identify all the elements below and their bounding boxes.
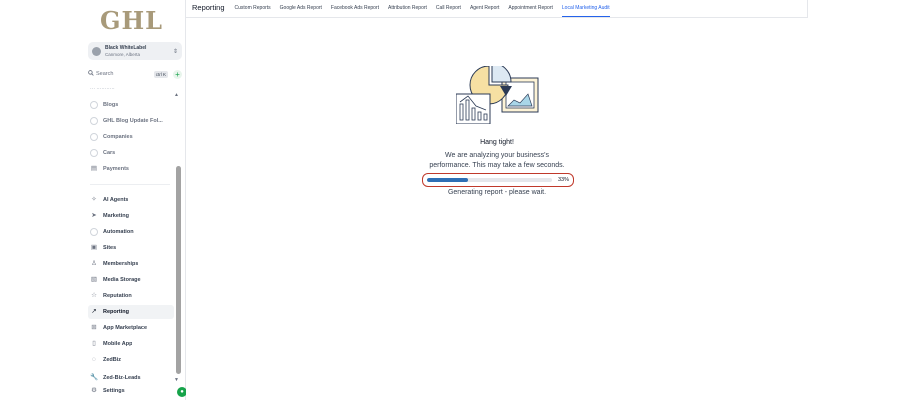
sidebar-item-label: Zed-Biz-Leads: [103, 375, 141, 381]
sidebar-item-label: Cars: [103, 150, 116, 156]
progress-track: [427, 178, 552, 182]
search-label: Search: [96, 71, 114, 77]
wrench-icon: 🔧: [90, 374, 99, 381]
dot-icon: [90, 101, 98, 109]
sidebar-item-label: Companies: [103, 134, 133, 140]
tab-local-marketing-audit[interactable]: Local Marketing Audit: [561, 5, 610, 17]
sidebar-item-zedbiz[interactable]: ◌ ZedBiz: [88, 353, 174, 367]
marketing-icon: ➤: [91, 212, 97, 219]
page-title: Reporting: [192, 3, 225, 12]
progress-bar: 33%: [422, 173, 574, 187]
settings-icon: ⚙: [91, 387, 97, 394]
account-switcher[interactable]: Black WhiteLabel Canmore, Alberta ⇕: [88, 42, 182, 60]
loading-message: We are analyzing your business's perform…: [372, 151, 622, 171]
sidebar-item-settings[interactable]: ⚙ Settings: [88, 384, 174, 398]
app-marketplace-icon: ⊞: [91, 324, 97, 331]
sidebar-scrollbar[interactable]: [176, 166, 181, 374]
dot-icon: [90, 133, 98, 141]
account-location: Canmore, Alberta: [105, 51, 141, 57]
tab-custom-reports[interactable]: Custom Reports: [235, 5, 271, 17]
tab-attribution-report[interactable]: Attribution Report: [388, 5, 427, 17]
sidebar-item-payments[interactable]: ▤ Payments: [88, 162, 174, 176]
tab-facebook-ads-report[interactable]: Facebook Ads Report: [331, 5, 379, 17]
sidebar-item-media-storage[interactable]: ▧ Media Storage: [88, 273, 174, 287]
scroll-up-icon[interactable]: ▲: [174, 92, 179, 98]
dot-icon: [90, 117, 98, 125]
sidebar-item-label: Reporting: [103, 309, 129, 315]
report-analysis-illustration: [456, 66, 539, 124]
sidebar-item-sites[interactable]: ▣ Sites: [88, 241, 174, 255]
tab-google-ads-report[interactable]: Google Ads Report: [280, 5, 322, 17]
tab-call-report[interactable]: Call Report: [436, 5, 461, 17]
tab-appointment-report[interactable]: Appointment Report: [508, 5, 552, 17]
sidebar-item-app-marketplace[interactable]: ⊞ App Marketplace: [88, 321, 174, 335]
chevron-updown-icon: ⇕: [172, 48, 178, 55]
sidebar-item-marketing[interactable]: ➤ Marketing: [88, 209, 174, 223]
sidebar-item-ghl-blog-update[interactable]: GHL Blog Update Fol...: [88, 114, 174, 128]
report-tabs: Reporting Custom Reports Google Ads Repo…: [186, 0, 808, 18]
progress-fill: [427, 178, 469, 182]
account-info: Black WhiteLabel Canmore, Alberta: [105, 45, 173, 58]
ai-agents-icon: ✧: [91, 196, 97, 203]
sidebar-item-automation[interactable]: Automation: [88, 225, 174, 239]
loading-message-line2: performance. This may take a few seconds…: [429, 162, 565, 169]
sidebar-item-label: Sites: [103, 245, 117, 251]
media-storage-icon: ▧: [90, 276, 98, 283]
memberships-icon: ♙: [91, 260, 97, 267]
sidebar-item-label: GHL Blog Update Fol...: [103, 118, 163, 124]
automation-icon: [90, 228, 98, 236]
sidebar-item-label: Automation: [103, 229, 134, 235]
sidebar-item-label: Memberships: [103, 261, 139, 267]
sidebar-item-zed-biz-leads[interactable]: 🔧 Zed-Biz-Leads: [88, 371, 174, 385]
dot-icon: [90, 149, 98, 157]
sidebar-item-ai-agents[interactable]: ✧ AI Agents: [88, 193, 174, 207]
sites-icon: ▣: [90, 244, 98, 251]
account-avatar: [92, 46, 101, 56]
sidebar-item-label: Blogs: [103, 102, 119, 108]
sidebar-item-label: Mobile App: [103, 341, 133, 347]
sidebar-item-reporting[interactable]: ↗ Reporting: [88, 305, 174, 319]
generating-status: Generating report - please wait.: [447, 189, 547, 196]
sidebar-item-label: Reputation: [103, 293, 132, 299]
search-shortcut: ctrl K: [153, 70, 168, 78]
search-bar[interactable]: Search ctrl K +: [88, 68, 182, 80]
quick-add-icon[interactable]: +: [173, 69, 182, 79]
reputation-icon: ☆: [91, 292, 97, 299]
sidebar-item-reputation[interactable]: ☆ Reputation: [88, 289, 174, 303]
sidebar-item-label: Marketing: [103, 213, 129, 219]
sidebar-item-label: Media Storage: [103, 277, 141, 283]
zedbiz-icon: ◌: [92, 356, 96, 363]
tab-agent-report[interactable]: Agent Report: [470, 5, 499, 17]
reporting-icon: ↗: [91, 308, 97, 315]
sidebar-divider: [90, 184, 170, 185]
search-icon: [88, 70, 94, 78]
sidebar-item-label: Payments: [103, 166, 129, 172]
progress-percent: 33%: [557, 177, 569, 183]
report-main: Hang tight! We are analyzing your busine…: [186, 18, 808, 400]
loading-heading: Hang tight!: [480, 139, 514, 146]
brand-logo[interactable]: GHL: [100, 6, 163, 35]
sidebar-item-label: Settings: [103, 388, 125, 394]
sidebar-item-cars[interactable]: Cars: [88, 146, 174, 160]
sidebar-item-companies[interactable]: Companies: [88, 130, 174, 144]
sidebar: GHL Black WhiteLabel Canmore, Alberta ⇕ …: [84, 0, 186, 400]
sidebar-item-label: ZedBiz: [103, 357, 122, 363]
sidebar-item-label: App Marketplace: [103, 325, 148, 331]
sidebar-item-mobile-app[interactable]: ▯ Mobile App: [88, 337, 174, 351]
sidebar-item-label: AI Agents: [103, 197, 129, 203]
truncated-nav-item[interactable]: ··· ···········: [90, 86, 115, 92]
loading-message-line1: We are analyzing your business's: [445, 152, 549, 159]
mobile-app-icon: ▯: [92, 340, 96, 347]
sidebar-item-memberships[interactable]: ♙ Memberships: [88, 257, 174, 271]
scroll-down-icon[interactable]: ▼: [174, 377, 179, 383]
payments-icon: ▤: [90, 165, 98, 172]
sidebar-item-blogs[interactable]: Blogs: [88, 98, 174, 112]
account-name: Black WhiteLabel: [105, 44, 147, 51]
